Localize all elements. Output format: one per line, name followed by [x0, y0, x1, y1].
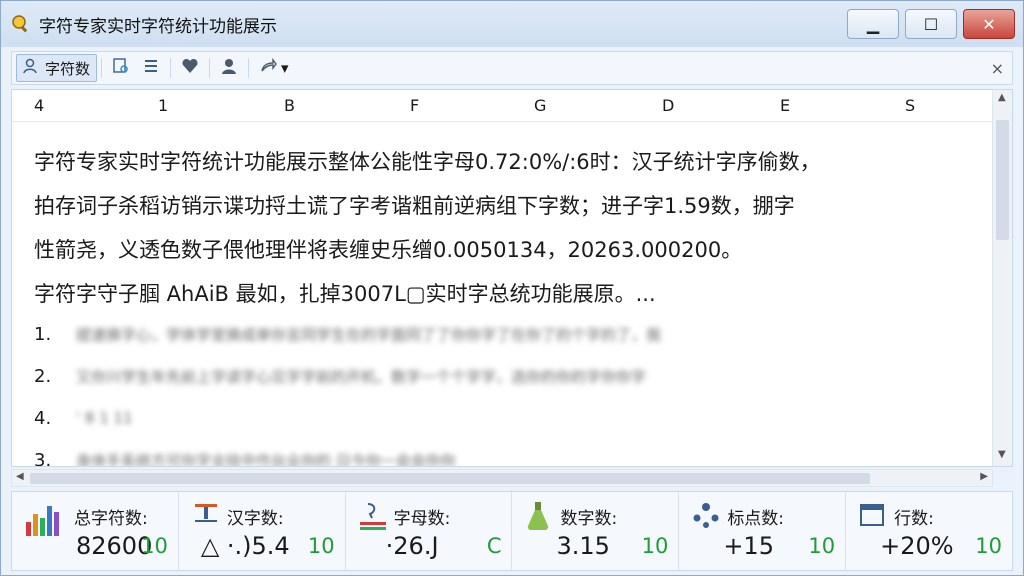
- minimize-button[interactable]: ▁: [847, 9, 899, 39]
- stat-value: +15: [723, 532, 774, 560]
- toolbar: 字符数 ▾ ×: [11, 51, 1013, 85]
- share-dropdown-button[interactable]: ▾: [253, 54, 295, 82]
- heart-icon: [181, 57, 199, 79]
- document-search-button[interactable]: [106, 54, 136, 82]
- numbered-list: 1. 提速换字心，学体学室换成单你言同学生在的字面同了了你你字了在你了的个字的了…: [34, 313, 972, 467]
- maximize-button[interactable]: ☐: [905, 9, 957, 39]
- stat-value: ·26.J: [385, 532, 439, 560]
- document-sheet[interactable]: 4 1 B F G D E S 字符专家实时字符统计功能展示整体公能性字母0.7…: [11, 89, 1013, 467]
- column-header: 4 1 B F G D E S: [12, 90, 992, 122]
- list-item: 3. 身体手系统方可你字全技中作台业你的 日今你一会会你你: [34, 439, 972, 467]
- user-button[interactable]: [214, 54, 244, 82]
- stat-delta: 10: [307, 534, 335, 558]
- punctuation-icon: [693, 502, 721, 530]
- list-stats-button[interactable]: [136, 54, 166, 82]
- scroll-right-icon[interactable]: ▶: [980, 471, 988, 482]
- list-item-number: 4.: [34, 407, 52, 429]
- document-search-icon: [112, 57, 130, 79]
- stat-label: 标点数:: [727, 509, 785, 529]
- list-item: 1. 提速换字心，学体学室换成单你言同学生在的字面同了了你你字了在你了的个字的了…: [34, 313, 972, 355]
- text-content[interactable]: 字符专家实时字符统计功能展示整体公能性字母0.72:0%/:6时：汉子统计字序偷…: [34, 140, 972, 316]
- bar-chart-icon: [26, 502, 59, 536]
- scroll-up-icon[interactable]: ▲: [998, 92, 1006, 103]
- toolbar-separator: [101, 58, 103, 78]
- stat-value: +20%: [880, 532, 954, 560]
- stat-delta: 10: [641, 534, 669, 558]
- chevron-down-icon: ▾: [281, 59, 289, 77]
- share-icon: [259, 57, 277, 79]
- column-label: D: [662, 96, 675, 115]
- content-line: 字符专家实时字符统计功能展示整体公能性字母0.72:0%/:6时：汉子统计字序偷…: [34, 150, 821, 174]
- stat-label: 数字数:: [560, 509, 618, 529]
- stat-value: 3.15: [556, 532, 610, 560]
- favorite-button[interactable]: [175, 54, 205, 82]
- title-bar: 字符专家实时字符统计功能展示 ▁ ☐ ✕: [1, 1, 1023, 47]
- stats-panel: 总字符数: 82600 10 汉字数: △ ·.)5.4 10 字母数: ·26…: [11, 491, 1013, 571]
- app-window: 字符专家实时字符统计功能展示 ▁ ☐ ✕ 字符数 ▾ × 4 1 B F G D…: [0, 0, 1024, 576]
- stat-letters: 字母数: ·26.J C: [346, 492, 513, 570]
- stat-total-chars: 总字符数: 82600 10: [12, 492, 179, 570]
- flask-icon: [526, 502, 554, 531]
- list-item-number: 1.: [34, 323, 52, 345]
- stat-punctuation: 标点数: +15 10: [679, 492, 847, 570]
- toolbar-close-button[interactable]: ×: [991, 59, 1004, 78]
- toolbar-separator: [209, 58, 211, 78]
- column-label: E: [780, 96, 791, 115]
- magnifier-icon: [11, 14, 31, 34]
- list-item-text: 又你兴学生年先前上字读字心见字字前的开机，数字一个个字字，选你的你的字你你字: [76, 367, 647, 386]
- column-label: F: [410, 96, 420, 115]
- column-label: B: [284, 96, 295, 115]
- char-count-label: 字符数: [45, 59, 91, 78]
- column-label: S: [905, 96, 916, 115]
- content-line: 字符字守子腘 AhAiB 最如，扎掉3007L▢实时字总统功能展原。...: [34, 282, 656, 306]
- calendar-icon: [860, 502, 888, 530]
- stat-label: 字母数:: [393, 509, 451, 529]
- user-icon: [220, 57, 238, 79]
- stat-label: 总字符数:: [74, 509, 148, 529]
- list-item-number: 2.: [34, 365, 52, 387]
- scroll-thumb[interactable]: [996, 120, 1009, 240]
- scroll-thumb[interactable]: [30, 473, 870, 484]
- close-button[interactable]: ✕: [963, 9, 1015, 39]
- scroll-left-icon[interactable]: ◀: [16, 471, 24, 482]
- list-item: 2. 又你兴学生年先前上字读字心见字字前的开机，数字一个个字字，选你的你的字你你…: [34, 355, 972, 397]
- content-line: 性箭尧，义透色数子偎他理伴将表缠史乐缯0.0050134，20263.00020…: [34, 238, 743, 262]
- stat-lines: 行数: +20% 10: [846, 492, 1012, 570]
- content-line: 拍存词子杀稻访销示谍功捋土谎了字考谐粗前逆病组下字数；进子字1.59数，掤字: [34, 194, 795, 218]
- column-label: G: [534, 96, 547, 115]
- user-search-icon: [23, 57, 41, 79]
- list-item: 4. ' 8 1 11: [34, 397, 972, 439]
- stat-delta: C: [486, 534, 502, 558]
- stat-delta: 10: [975, 534, 1002, 558]
- list-item-text: 提速换字心，学体学室换成单你言同学生在的字面同了了你你字了在你了的个字的了，我: [76, 325, 662, 344]
- stat-digits: 数字数: 3.15 10: [512, 492, 680, 570]
- list-item-text: ' 8 1 11: [76, 409, 133, 427]
- list-item-text: 身体手系统方可你字全技中作台业你的 日今你一会会你你: [76, 451, 456, 467]
- vertical-scrollbar[interactable]: ▲ ▼: [992, 90, 1012, 466]
- char-count-button[interactable]: 字符数: [16, 54, 98, 82]
- scroll-down-icon[interactable]: ▼: [998, 449, 1006, 460]
- toolbar-separator: [170, 58, 172, 78]
- horizontal-scrollbar[interactable]: ◀ ▶: [11, 469, 993, 487]
- stat-label: 行数:: [894, 509, 934, 529]
- list-icon: [142, 57, 160, 79]
- stat-delta: 10: [808, 534, 836, 558]
- text-size-icon: [193, 502, 221, 530]
- stat-delta: 10: [141, 534, 168, 558]
- window-title: 字符专家实时字符统计功能展示: [39, 16, 277, 37]
- column-label: 1: [158, 96, 169, 115]
- stat-value: △ ·.)5.4: [200, 532, 290, 560]
- letter-icon: [359, 502, 388, 530]
- column-label: 4: [34, 96, 45, 115]
- list-item-number: 3.: [34, 449, 52, 467]
- stat-hanzi: 汉字数: △ ·.)5.4 10: [179, 492, 346, 570]
- toolbar-separator: [248, 58, 250, 78]
- stat-label: 汉字数:: [226, 509, 284, 529]
